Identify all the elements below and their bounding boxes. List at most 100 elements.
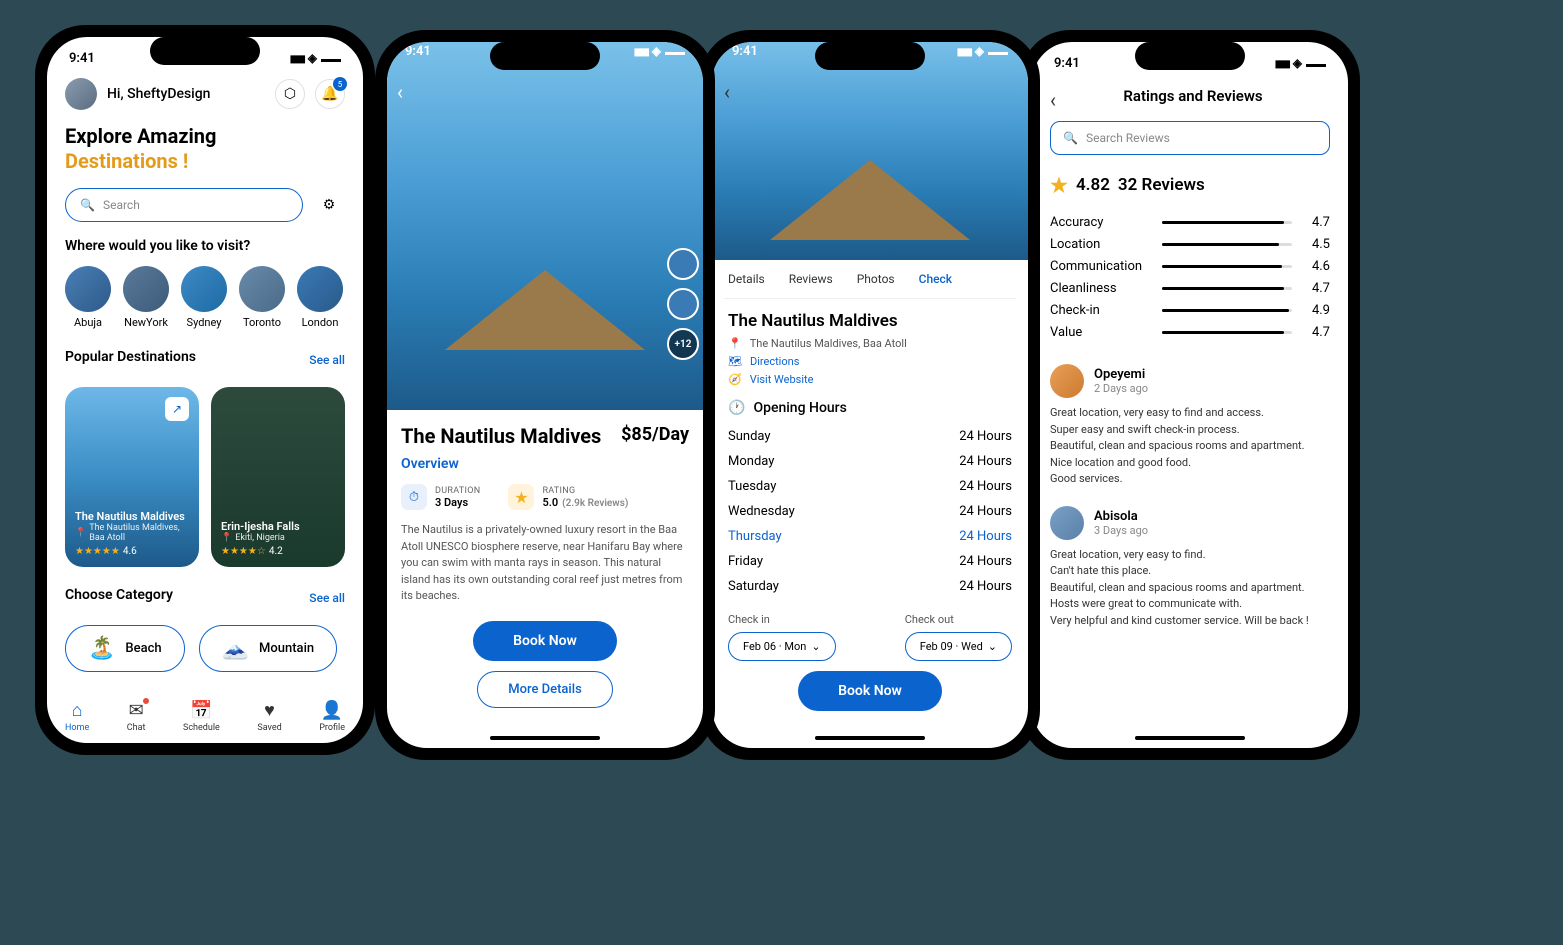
- destination-info: The Nautilus Maldives 📍The Nautilus Mald…: [75, 510, 189, 557]
- day: Friday: [728, 554, 763, 569]
- city-image: [239, 266, 285, 312]
- hours: 24 Hours: [959, 429, 1012, 444]
- category-label: Beach: [125, 641, 161, 656]
- reviewer-name: Opeyemi: [1094, 367, 1148, 382]
- city-abuja[interactable]: Abuja: [65, 266, 111, 329]
- search-reviews-input[interactable]: 🔍 Search Reviews: [1050, 121, 1330, 155]
- day: Sunday: [728, 429, 771, 444]
- checkout-picker[interactable]: Feb 09 · Wed⌄: [905, 632, 1012, 661]
- signal-icon: [290, 51, 304, 66]
- hours-row: Friday 24 Hours: [728, 549, 1012, 574]
- avatar[interactable]: [65, 78, 97, 110]
- reviews-content: ‹ Ratings and Reviews 🔍Search Reviews ★ …: [1032, 79, 1348, 629]
- hours: 24 Hours: [959, 454, 1012, 469]
- directions-link[interactable]: 🗺Directions: [728, 355, 1012, 368]
- beach-icon: 🏝️: [88, 636, 115, 661]
- header-row: Hi, SheftyDesign ⬡ 🔔5: [65, 78, 345, 110]
- calendar-icon: 📅: [183, 700, 220, 721]
- phone-reviews: 9:41 ‹ Ratings and Reviews 🔍Search Revie…: [1020, 30, 1360, 760]
- nav-profile[interactable]: 👤Profile: [319, 700, 345, 733]
- back-button[interactable]: ‹: [724, 80, 730, 104]
- nav-saved[interactable]: ♥Saved: [257, 700, 281, 733]
- header-icons: ⬡ 🔔5: [275, 79, 345, 109]
- duration-value: 3 Days: [435, 496, 480, 509]
- city-image: [123, 266, 169, 312]
- checkin-picker[interactable]: Feb 06 · Mon⌄: [728, 632, 836, 661]
- home-indicator[interactable]: [815, 736, 925, 740]
- nav-home[interactable]: ⌂Home: [65, 700, 89, 733]
- website-link[interactable]: 🧭Visit Website: [728, 373, 1012, 386]
- see-all-category[interactable]: See all: [309, 591, 345, 605]
- day: Monday: [728, 454, 774, 469]
- settings-icon[interactable]: ⬡: [275, 79, 305, 109]
- more-details-button[interactable]: More Details: [477, 671, 613, 708]
- rating-bar-row: Value4.7: [1050, 325, 1330, 340]
- open-icon[interactable]: ↗: [165, 397, 189, 421]
- day: Thursday: [728, 529, 782, 544]
- hours: 24 Hours: [959, 554, 1012, 569]
- wifi-icon: [308, 51, 317, 66]
- search-input[interactable]: 🔍 Search: [65, 188, 303, 222]
- hero-title: Explore Amazing Destinations !: [65, 124, 345, 174]
- status-icons: [290, 51, 341, 66]
- rating-bar-row: Check-in4.9: [1050, 303, 1330, 318]
- book-now-button[interactable]: Book Now: [798, 671, 942, 711]
- phone-detail: 9:41 ‹ +12 The Nautilus Maldives $85/Day…: [375, 30, 715, 760]
- pin-icon: 📍: [728, 337, 742, 350]
- hours-title: 🕐Opening Hours: [728, 400, 1012, 416]
- search-icon: 🔍: [80, 198, 95, 212]
- battery-icon: [1306, 56, 1326, 71]
- thumbnail[interactable]: [667, 288, 699, 320]
- rating-value: 5.0(2.9k Reviews): [542, 496, 628, 509]
- search-row: 🔍 Search ⚙: [65, 188, 345, 222]
- destination-card-nautilus[interactable]: ↗ The Nautilus Maldives 📍The Nautilus Ma…: [65, 387, 199, 567]
- see-all-popular[interactable]: See all: [309, 353, 345, 367]
- book-now-button[interactable]: Book Now: [473, 621, 617, 661]
- destination-name: The Nautilus Maldives: [75, 510, 189, 523]
- city-newyork[interactable]: NewYork: [123, 266, 169, 329]
- filter-button[interactable]: ⚙: [313, 189, 345, 221]
- rating-category: Location: [1050, 237, 1150, 252]
- tab-details[interactable]: Details: [728, 272, 765, 286]
- profile-icon: 👤: [319, 700, 345, 721]
- destination-card-erin[interactable]: Erin-Ijesha Falls 📍Ekiti, Nigeria ★★★★☆4…: [211, 387, 345, 567]
- home-indicator[interactable]: [1135, 736, 1245, 740]
- overview-tab[interactable]: Overview: [401, 456, 459, 472]
- rating-bar-row: Communication4.6: [1050, 259, 1330, 274]
- day: Tuesday: [728, 479, 776, 494]
- rating-bar-row: Cleanliness4.7: [1050, 281, 1330, 296]
- nav-schedule[interactable]: 📅Schedule: [183, 700, 220, 733]
- home-content: Hi, SheftyDesign ⬡ 🔔5 Explore Amazing De…: [47, 78, 363, 672]
- city-toronto[interactable]: Toronto: [239, 266, 285, 329]
- search-icon: 🔍: [1063, 131, 1078, 145]
- thumbnail-more[interactable]: +12: [667, 328, 699, 360]
- back-button[interactable]: ‹: [1050, 88, 1056, 112]
- city-image: [65, 266, 111, 312]
- search-placeholder: Search: [103, 198, 140, 212]
- back-button[interactable]: ‹: [397, 80, 403, 104]
- search-placeholder: Search Reviews: [1086, 131, 1170, 145]
- tab-check[interactable]: Check: [919, 272, 952, 286]
- rating-value: 4.7: [1304, 215, 1330, 230]
- city-sydney[interactable]: Sydney: [181, 266, 227, 329]
- reviewer-name: Abisola: [1094, 509, 1148, 524]
- thumbnail[interactable]: [667, 248, 699, 280]
- city-london[interactable]: London: [297, 266, 343, 329]
- reviewer-avatar: [1050, 506, 1084, 540]
- reviews-header: ‹ Ratings and Reviews: [1050, 79, 1330, 121]
- rating-bar: [1162, 331, 1292, 334]
- city-label: Toronto: [243, 316, 281, 329]
- tab-photos[interactable]: Photos: [857, 272, 895, 286]
- home-indicator[interactable]: [490, 736, 600, 740]
- rating-bars: Accuracy4.7Location4.5Communication4.6Cl…: [1050, 215, 1330, 340]
- compass-icon: 🧭: [728, 373, 742, 386]
- category-beach[interactable]: 🏝️ Beach: [65, 625, 185, 672]
- wifi-icon: [975, 44, 984, 59]
- notification-icon[interactable]: 🔔5: [315, 79, 345, 109]
- date-section: Check in Feb 06 · Mon⌄ Check out Feb 09 …: [728, 613, 1012, 661]
- tab-reviews[interactable]: Reviews: [789, 272, 833, 286]
- pin-icon: 📍: [75, 528, 86, 538]
- rating-bar: [1162, 309, 1292, 312]
- nav-chat[interactable]: ✉Chat: [127, 700, 146, 733]
- category-mountain[interactable]: 🗻Mountain: [199, 625, 338, 672]
